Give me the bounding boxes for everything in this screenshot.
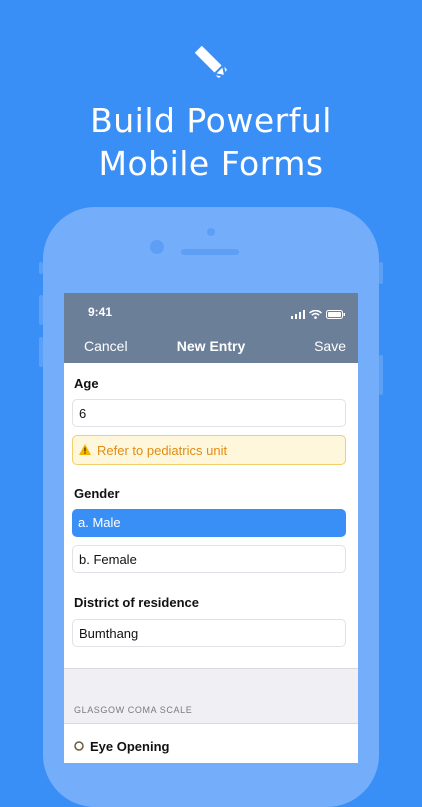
district-label: District of residence	[74, 595, 199, 610]
status-time: 9:41	[88, 305, 113, 319]
warning-text: Refer to pediatrics unit	[97, 442, 228, 458]
save-button[interactable]: Save	[314, 338, 346, 354]
radio-icon	[74, 739, 84, 754]
age-label: Age	[74, 376, 99, 391]
phone-side-button	[379, 355, 383, 395]
headline-line-2: Mobile Forms	[98, 144, 324, 183]
wifi-icon	[308, 306, 323, 324]
phone-screen: 9:41 Cancel New Entry Save Age 6 Refer t…	[64, 293, 358, 763]
section-separator: GLASGOW COMA SCALE	[64, 668, 358, 724]
eye-opening-label: Eye Opening	[90, 739, 170, 754]
battery-icon	[326, 306, 346, 324]
district-input[interactable]: Bumthang	[72, 619, 346, 647]
age-input[interactable]: 6	[72, 399, 346, 427]
eye-opening-row[interactable]: Eye Opening	[74, 739, 169, 754]
navigation-bar: 9:41 Cancel New Entry Save	[64, 293, 358, 363]
pencil-ruler-icon	[189, 40, 233, 84]
phone-volume-up	[39, 295, 43, 325]
signal-icon	[291, 306, 305, 324]
phone-speaker	[181, 249, 239, 255]
headline-line-1: Build Powerful	[90, 101, 332, 140]
phone-power-button	[379, 262, 383, 284]
phone-mute-switch	[39, 262, 43, 274]
phone-volume-down	[39, 337, 43, 367]
gender-label: Gender	[74, 486, 120, 501]
gender-option-male[interactable]: a. Male	[72, 509, 346, 537]
warning-icon	[79, 443, 91, 458]
warning-banner: Refer to pediatrics unit	[72, 435, 346, 465]
phone-camera	[150, 240, 164, 254]
gender-option-female[interactable]: b. Female	[72, 545, 346, 573]
phone-sensor	[207, 228, 215, 236]
section-header: GLASGOW COMA SCALE	[74, 705, 193, 715]
status-icons	[291, 306, 346, 324]
